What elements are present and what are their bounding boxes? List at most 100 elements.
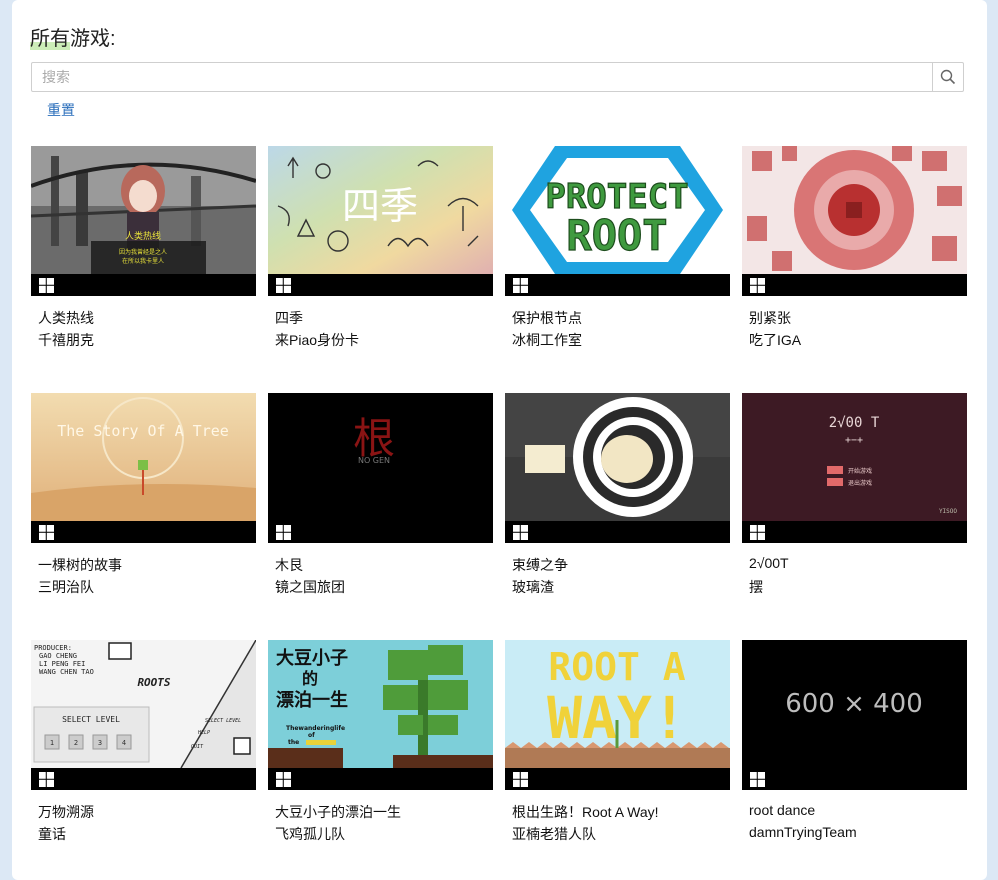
- search-button[interactable]: [932, 63, 963, 91]
- game-title[interactable]: 人类热线: [38, 308, 94, 328]
- windows-icon: [750, 278, 765, 293]
- game-thumbnail[interactable]: 根 NO GEN: [268, 393, 493, 543]
- game-cover: 人类热线 因为我曾经是之人 在所以我卡里人: [31, 146, 256, 274]
- windows-icon: [513, 525, 528, 540]
- game-author[interactable]: 千禧朋克: [38, 330, 94, 350]
- game-thumbnail[interactable]: [505, 393, 730, 543]
- game-title[interactable]: 一棵树的故事: [38, 555, 122, 575]
- game-author[interactable]: 摆: [749, 577, 763, 597]
- cover-placeholder: 600 × 400: [785, 689, 923, 719]
- reset-link[interactable]: 重置: [47, 100, 75, 120]
- windows-icon: [276, 278, 291, 293]
- cover-level-3: 3: [98, 739, 102, 747]
- game-title[interactable]: 万物溯源: [38, 802, 94, 822]
- game-author[interactable]: 来Piao身份卡: [275, 330, 359, 350]
- cover-credit-1: PRODUCER:: [34, 644, 72, 652]
- game-title[interactable]: 别紧张: [749, 308, 791, 328]
- cover-title-1: 大豆小子: [276, 647, 348, 669]
- game-cover: [742, 146, 967, 274]
- game-thumbnail[interactable]: 四季: [268, 146, 493, 296]
- game-thumbnail[interactable]: [742, 146, 967, 296]
- game-card[interactable]: 束缚之争 玻璃渣: [505, 393, 730, 595]
- cover-title-3: 漂泊一生: [276, 689, 348, 711]
- platform-bar: [742, 768, 967, 790]
- cover-credit-2: GAO CHENG: [39, 652, 77, 660]
- game-card[interactable]: The Story Of A Tree 一棵树的故事 三明治队: [31, 393, 256, 595]
- game-title[interactable]: 木艮: [275, 555, 303, 575]
- cover-title: 人类热线: [125, 230, 161, 242]
- game-cover: 2√00 T +−+ 开始游戏 退出游戏 YISOO: [742, 393, 967, 521]
- cover-title-1: ROOT A: [548, 645, 685, 689]
- games-panel: 所有游戏: 重置 人类热线: [12, 0, 987, 880]
- game-card[interactable]: ROOT A WAY! 根出生路！Root A Way! 亚楠老猎人队: [505, 640, 730, 842]
- platform-bar: [268, 521, 493, 543]
- game-cover: 大豆小子 的 漂泊一生 Thewanderinglife of the: [268, 640, 493, 768]
- cover-level-1: 1: [50, 739, 54, 747]
- windows-icon: [39, 772, 54, 787]
- platform-bar: [268, 274, 493, 296]
- game-card[interactable]: 人类热线 因为我曾经是之人 在所以我卡里人 人类热线 千禧朋克: [31, 146, 256, 348]
- windows-icon: [750, 772, 765, 787]
- game-title[interactable]: 2√00T: [749, 555, 789, 571]
- game-card[interactable]: PROTECT ROOT 保护根节点 冰桐工作室: [505, 146, 730, 348]
- game-thumbnail[interactable]: 人类热线 因为我曾经是之人 在所以我卡里人: [31, 146, 256, 296]
- game-card[interactable]: PRODUCER: GAO CHENG LI PENG FEI WANG CHE…: [31, 640, 256, 842]
- page-title: 所有游戏:: [30, 28, 116, 50]
- game-card[interactable]: 600 × 400 root dance damnTryingTeam: [742, 640, 967, 840]
- platform-bar: [31, 521, 256, 543]
- cover-credit-4: WANG CHEN TAO: [39, 668, 94, 676]
- game-card[interactable]: 大豆小子 的 漂泊一生 Thewanderinglife of the 大豆小子…: [268, 640, 493, 842]
- game-thumbnail[interactable]: 600 × 400: [742, 640, 967, 790]
- game-title[interactable]: 四季: [275, 308, 303, 328]
- game-thumbnail[interactable]: The Story Of A Tree: [31, 393, 256, 543]
- cover-select-level: SELECT LEVEL: [62, 715, 120, 724]
- search-box: [31, 62, 964, 92]
- cover-corner: YISOO: [939, 508, 957, 515]
- cover-line-1: 因为我曾经是之人: [119, 248, 167, 256]
- game-author[interactable]: 吃了IGA: [749, 330, 801, 350]
- game-thumbnail[interactable]: ROOT A WAY!: [505, 640, 730, 790]
- cover-subtitle-3: the: [288, 739, 299, 746]
- cover-credit-3: LI PENG FEI: [39, 660, 85, 668]
- game-title[interactable]: 大豆小子的漂泊一生: [275, 802, 401, 822]
- game-author[interactable]: 亚楠老猎人队: [512, 824, 596, 844]
- windows-icon: [750, 525, 765, 540]
- game-title[interactable]: 束缚之争: [512, 555, 568, 575]
- game-thumbnail[interactable]: 2√00 T +−+ 开始游戏 退出游戏 YISOO: [742, 393, 967, 543]
- game-title[interactable]: 根出生路！Root A Way!: [512, 802, 659, 822]
- game-thumbnail[interactable]: 大豆小子 的 漂泊一生 Thewanderinglife of the: [268, 640, 493, 790]
- game-card[interactable]: 四季 四季 来Piao身份卡: [268, 146, 493, 348]
- platform-bar: [268, 768, 493, 790]
- windows-icon: [513, 278, 528, 293]
- game-cover: 根 NO GEN: [268, 393, 493, 521]
- game-author[interactable]: damnTryingTeam: [749, 824, 857, 840]
- game-author[interactable]: 三明治队: [38, 577, 94, 597]
- game-cover: [505, 393, 730, 521]
- game-cover: The Story Of A Tree: [31, 393, 256, 521]
- cover-level-4: 4: [122, 739, 126, 747]
- game-author[interactable]: 飞鸡孤儿队: [275, 824, 345, 844]
- game-thumbnail[interactable]: PRODUCER: GAO CHENG LI PENG FEI WANG CHE…: [31, 640, 256, 790]
- cover-title: The Story Of A Tree: [57, 422, 229, 440]
- platform-bar: [31, 274, 256, 296]
- search-icon: [940, 69, 956, 85]
- cover-subtitle-1: Thewanderinglife: [286, 725, 345, 732]
- game-author[interactable]: 童话: [38, 824, 66, 844]
- platform-bar: [742, 521, 967, 543]
- game-card[interactable]: 别紧张 吃了IGA: [742, 146, 967, 348]
- game-card[interactable]: 2√00 T +−+ 开始游戏 退出游戏 YISOO 2√00T 摆: [742, 393, 967, 595]
- game-cover: PROTECT ROOT: [505, 146, 730, 274]
- cover-quit-label: 退出游戏: [848, 479, 872, 487]
- search-input[interactable]: [32, 63, 932, 91]
- game-card[interactable]: 根 NO GEN 木艮 镜之国旅团: [268, 393, 493, 595]
- game-cover: 四季: [268, 146, 493, 274]
- game-title[interactable]: root dance: [749, 802, 815, 818]
- game-thumbnail[interactable]: PROTECT ROOT: [505, 146, 730, 296]
- cover-title-2: 的: [302, 669, 318, 688]
- game-author[interactable]: 玻璃渣: [512, 577, 554, 597]
- game-author[interactable]: 冰桐工作室: [512, 330, 582, 350]
- game-author[interactable]: 镜之国旅团: [275, 577, 345, 597]
- game-title[interactable]: 保护根节点: [512, 308, 582, 328]
- game-cover: PRODUCER: GAO CHENG LI PENG FEI WANG CHE…: [31, 640, 256, 768]
- cover-level-2: 2: [74, 739, 78, 747]
